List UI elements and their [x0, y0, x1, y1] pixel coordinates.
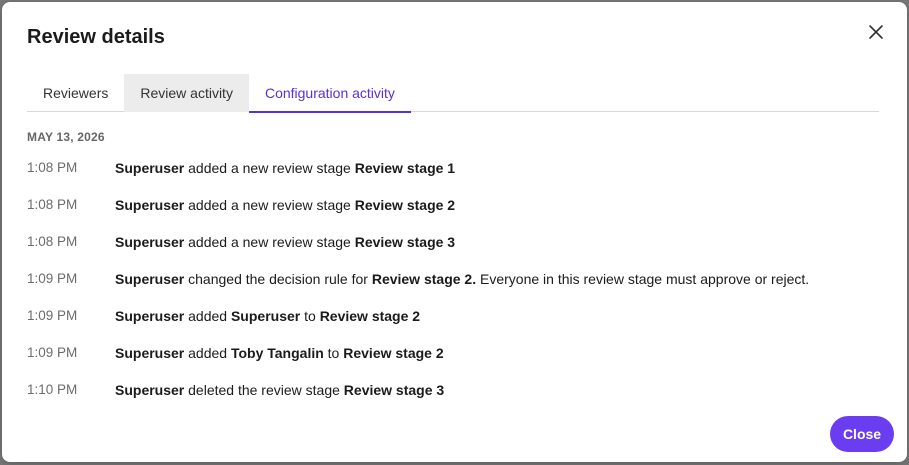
activity-description: Superuser added a new review stage Revie…: [115, 196, 455, 214]
activity-emphasis: Toby Tangalin: [230, 345, 324, 361]
activity-time: 1:09 PM: [27, 308, 78, 323]
activity-time: 1:09 PM: [27, 345, 78, 360]
activity-emphasis: Review stage 2: [343, 345, 444, 361]
activity-time: 1:08 PM: [27, 160, 78, 175]
activity-row: 1:09 PM Superuser added Superuser to Revi…: [27, 307, 887, 344]
activity-row: 1:10 PM Superuser deleted the review stag…: [27, 381, 887, 418]
activity-emphasis: Review stage 3: [354, 234, 456, 250]
tab-configuration-activity[interactable]: Configuration activity: [248, 74, 411, 113]
activity-text: to: [323, 345, 344, 361]
activity-time: 1:08 PM: [27, 197, 78, 212]
activity-list: 1:08 PM Superuser added a new review stag…: [27, 159, 887, 418]
activity-text: Everyone in this review stage must appro…: [476, 271, 810, 287]
activity-emphasis: Review stage 2: [319, 308, 421, 324]
activity-text: to: [300, 308, 320, 324]
activity-text: added a new review stage: [184, 160, 355, 176]
activity-text: added: [184, 308, 231, 324]
activity-row: 1:09 PM Superuser added Toby Tangalin to …: [27, 344, 887, 381]
activity-emphasis: Review stage 2.: [371, 271, 477, 287]
activity-row: 1:09 PM Superuser changed the decision ru…: [27, 270, 887, 307]
activity-emphasis: Superuser: [230, 308, 301, 324]
activity-emphasis: Superuser: [115, 271, 185, 287]
activity-emphasis: Superuser: [115, 197, 185, 213]
activity-time: 1:09 PM: [27, 271, 78, 286]
activity-emphasis: Superuser: [115, 234, 185, 250]
close-button[interactable]: Close: [830, 416, 894, 452]
activity-description: Superuser added Superuser to Review stag…: [115, 307, 420, 325]
activity-emphasis: Review stage 2: [354, 197, 456, 213]
date-header: MAY 13, 2026: [27, 130, 105, 144]
close-icon[interactable]: [864, 20, 888, 44]
tab-review-activity[interactable]: Review activity: [124, 74, 249, 112]
activity-text: changed the decision rule for: [184, 271, 372, 287]
activity-emphasis: Superuser: [115, 382, 185, 398]
activity-text: added a new review stage: [184, 234, 355, 250]
activity-text: added a new review stage: [184, 197, 355, 213]
activity-emphasis: Review stage 3: [343, 382, 445, 398]
activity-text: deleted the review stage: [184, 382, 344, 398]
activity-text: added: [184, 345, 231, 361]
close-icon-glyph: [869, 25, 883, 39]
activity-row: 1:08 PM Superuser added a new review stag…: [27, 159, 887, 196]
activity-time: 1:10 PM: [27, 382, 78, 397]
tab-bar: Reviewers Review activity Configuration …: [27, 74, 879, 113]
review-details-dialog: Review details Reviewers Review activity…: [2, 2, 907, 462]
activity-description: Superuser deleted the review stage Revie…: [115, 381, 444, 399]
dialog-title: Review details: [27, 26, 165, 48]
activity-description: Superuser added Toby Tangalin to Review …: [115, 344, 444, 362]
activity-description: Superuser added a new review stage Revie…: [115, 233, 455, 251]
activity-emphasis: Superuser: [115, 160, 185, 176]
activity-row: 1:08 PM Superuser added a new review stag…: [27, 233, 887, 270]
activity-emphasis: Superuser: [115, 308, 185, 324]
tab-reviewers[interactable]: Reviewers: [27, 74, 124, 112]
activity-description: Superuser changed the decision rule for …: [115, 270, 809, 288]
activity-row: 1:08 PM Superuser added a new review stag…: [27, 196, 887, 233]
activity-emphasis: Superuser: [115, 345, 185, 361]
activity-time: 1:08 PM: [27, 234, 78, 249]
activity-emphasis: Review stage 1: [354, 160, 456, 176]
activity-description: Superuser added a new review stage Revie…: [115, 159, 455, 177]
